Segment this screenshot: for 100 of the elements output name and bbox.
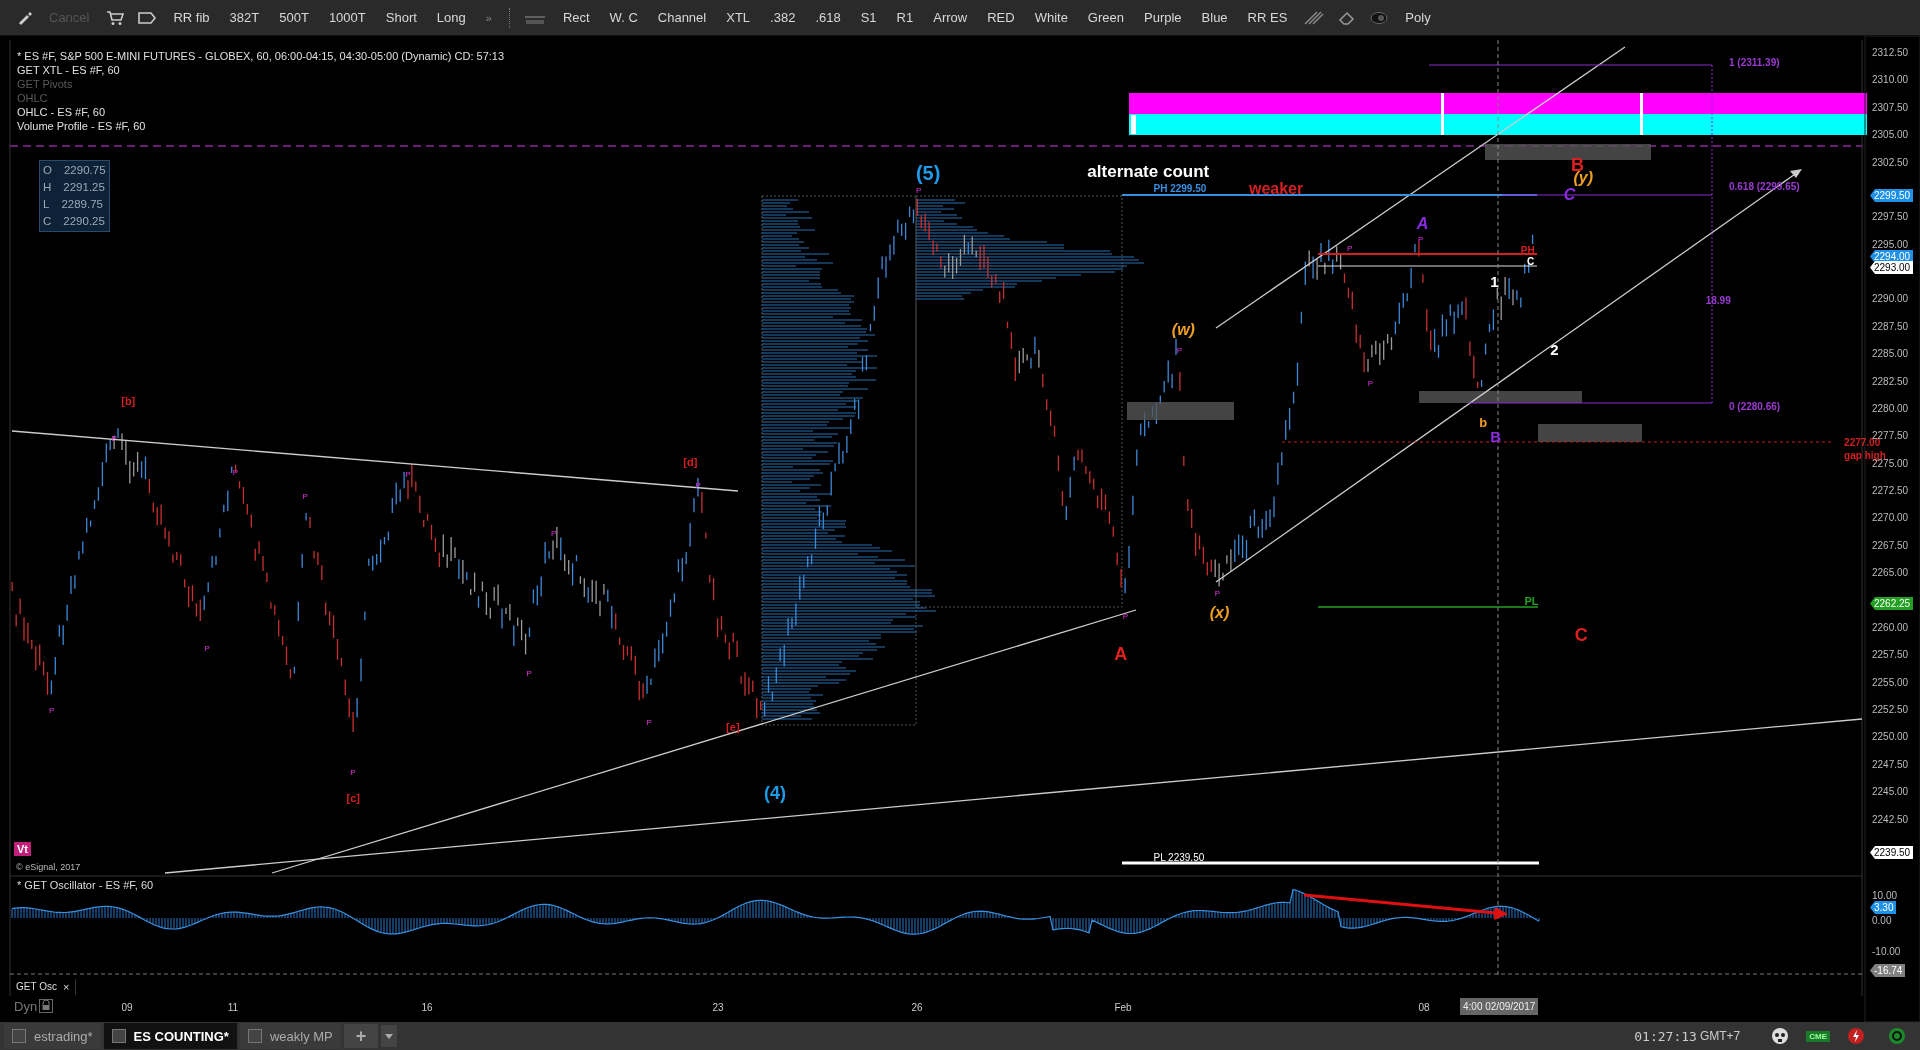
power-icon [1847,1027,1865,1045]
tag-icon[interactable] [138,10,157,25]
chart-label: (x) [1209,604,1230,621]
chart-label: gap high [1844,450,1886,461]
axis-label: 2267.50 [1872,539,1909,551]
axis-label: 2250.00 [1872,731,1909,743]
toolbar-button[interactable]: Blue [1192,7,1237,28]
chart-label: C [1563,187,1576,204]
legend-text: OHLC [17,92,48,104]
toolbar-button[interactable]: RED [978,7,1024,28]
axis-label: -10.00 [1872,946,1901,957]
more-button[interactable]: » [476,8,501,27]
axis-label: 2297.50 [1872,211,1909,223]
axis-label: 2265.00 [1872,567,1909,579]
copyright-text: © eSignal, 2017 [16,862,81,872]
price-tag: 2239.50 [1870,846,1914,859]
chart-label: (y) [1573,170,1594,187]
poly-button[interactable]: Poly [1396,7,1440,28]
chart-label: [c] [346,793,360,805]
toolbar-button[interactable]: Rect [553,7,599,28]
caret-icon[interactable] [381,1025,398,1047]
close-icon[interactable]: × [62,981,70,993]
toolbar-button[interactable]: .618 [806,7,850,28]
zone-marker [1640,93,1643,135]
date-label: 11 [226,1002,240,1013]
price-tag: 2262.25 [1870,597,1914,610]
price-tag: 2293.00 [1870,261,1914,274]
toolbar-button[interactable]: Arrow [924,7,977,28]
toolbar-button[interactable]: Short [376,7,426,28]
pivot-marker: P [111,434,117,443]
pivot-marker: P [526,669,532,678]
toolbar-button[interactable]: 1000T [319,7,375,28]
ohlc-value: 2290.75 [63,163,106,178]
pivot-marker: P [48,706,55,715]
axis-label: 2245.00 [1872,786,1909,798]
legend-text: Volume Profile - ES #F, 60 [17,120,146,132]
chart-label: (5) [915,162,941,183]
page-tab[interactable]: estrading* [4,1023,101,1049]
axis-label: 2247.50 [1872,758,1909,770]
lock-icon[interactable] [39,999,53,1013]
toolbar-button[interactable]: Green [1078,7,1133,28]
pivot-marker: P [1367,379,1374,388]
cursor-date: 4:00 02/09/2017 [1460,998,1539,1015]
axis-label: 2305.00 [1872,129,1909,141]
toolbar-button[interactable]: RR fib [164,7,219,28]
chart-label: PL 2239.50 [1153,853,1205,864]
chart-label: 2 [1550,341,1559,357]
indicator-tab[interactable]: GET Osc × [10,979,77,995]
timezone-text: GMT+7 [1699,1029,1741,1043]
mode-label[interactable]: Dyn [14,999,38,1014]
chart-label: 0 (2280.66) [1728,401,1781,412]
date-label: 26 [910,1002,924,1013]
hatch-icon[interactable] [1304,10,1325,25]
axis-label: 2307.50 [1872,101,1909,113]
page-tab[interactable]: ES COUNTING* [103,1023,237,1049]
toggle-icon[interactable] [1370,11,1389,24]
chart-label: 18.99 [1705,296,1731,307]
pivot-marker: P [204,645,210,654]
ohlc-label: L [43,197,50,212]
axis-label: 2290.00 [1872,293,1909,305]
price-tag: -16.74 [1870,964,1906,977]
toolbar-button[interactable]: W. C [600,7,647,28]
axis-label: 10.00 [1872,890,1898,901]
axis-label: 2302.50 [1872,156,1909,168]
pivot-marker: P [646,718,652,727]
pivot-marker: P [350,768,356,777]
page-tab[interactable]: weakly MP [239,1023,341,1049]
toolbar-button[interactable]: Long [427,7,475,28]
eraser-icon[interactable] [1338,10,1357,25]
add-tab-button[interactable]: + [343,1024,379,1048]
pivot-marker: P [915,187,922,196]
toolbar-button[interactable]: .382 [761,7,805,28]
oscillator-title: * GET Oscillator - ES #F, 60 [17,879,154,891]
date-label: Feb [1113,1002,1133,1013]
toolbar-button[interactable]: 382T [220,7,269,28]
pivot-marker: P [551,530,557,539]
badge: Vt [14,842,31,856]
toolbar-button[interactable]: Purple [1135,7,1191,28]
pivot-marker: P [1122,613,1129,622]
toolbar-button[interactable]: XTL [717,7,760,28]
toolbar-button[interactable]: 500T [270,7,318,28]
axis-label: 2252.50 [1872,704,1909,715]
chart-label: (4) [764,783,787,802]
axis-label: 2295.00 [1872,238,1909,250]
axis-label: 2242.50 [1872,813,1909,825]
legend-text: GET Pivots [17,78,73,90]
chart-label: (w) [1171,322,1195,339]
axis-label: 2260.00 [1872,621,1909,633]
axis-label: 2255.00 [1872,676,1909,688]
axis-label: 0.00 [1872,915,1892,926]
toolbar-button[interactable]: RR ES [1238,7,1297,28]
toolbar-button[interactable]: S1 [851,7,886,28]
chart-label: C [1574,625,1588,644]
legend-text: * ES #F, S&P 500 E-MINI FUTURES - GLOBEX, 60, 06:00-04:15, 04:30-05:00 (Dynamic) CD: 57:13 [17,50,505,62]
chart-label: C [1526,257,1535,268]
cart-icon[interactable] [106,9,125,26]
toolbar-button[interactable]: R1 [887,7,923,28]
toolbar-button[interactable]: Channel [648,7,716,28]
toolbar-button[interactable]: White [1025,7,1077,28]
ohlc-label: O [43,163,52,178]
